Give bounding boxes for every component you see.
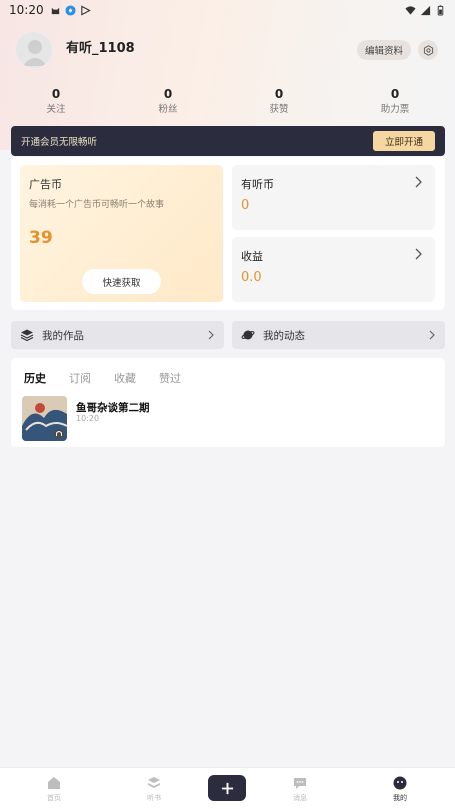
status-time: 10:20 [9,3,44,17]
layers-icon [20,329,34,342]
history-card: 历史 订阅 收藏 赞过 鱼哥杂谈第二期 10:20 [11,358,445,447]
ad-coin-value: 39 [29,228,53,248]
earnings-value: 0.0 [241,270,262,285]
signal-icon [420,5,431,15]
youting-coin-title: 有听币 [241,178,274,191]
bottom-nav: 首页 听书 消息 我的 [0,767,455,809]
play-store-icon [80,4,91,16]
stat-following[interactable]: 0 关注 [26,86,86,117]
youting-coin-value: 0 [241,198,250,213]
wifi-icon [405,5,416,15]
stats-row: 0 关注 0 粉丝 0 获赞 0 助力票 [0,86,455,118]
ad-coin-title: 广告币 [29,178,62,191]
earnings-card[interactable]: 收益 0.0 [232,237,435,302]
stat-label: 获赞 [269,104,289,115]
stat-value: 0 [163,87,173,101]
my-works-label: 我的作品 [42,329,84,342]
nav-profile[interactable]: 我的 [370,768,430,809]
story-cover-image [22,396,67,441]
chevron-right-icon [415,248,422,260]
tab-liked[interactable]: 赞过 [159,370,181,386]
edit-profile-button[interactable]: 编辑资料 [357,40,411,60]
story-time: 10:20 [76,414,100,423]
my-works-link[interactable]: 我的作品 [11,321,224,349]
stat-value: 0 [274,87,284,101]
chevron-right-icon [429,330,435,340]
stat-support-votes[interactable]: 0 助力票 [365,86,425,117]
settings-button[interactable] [418,40,438,60]
stat-followers[interactable]: 0 粉丝 [138,86,198,117]
stat-label: 粉丝 [158,104,178,115]
nav-profile-label: 我的 [393,794,407,802]
my-updates-label: 我的动态 [263,329,305,342]
wallet-card: 广告币 每消耗一个广告币可畅听一个故事 39 快速获取 有听币 0 收益 0.0 [11,157,445,310]
vip-banner[interactable]: 开通会员无限畅听 立即开通 [11,126,445,156]
tab-subscriptions[interactable]: 订阅 [69,370,91,386]
stat-value: 0 [51,87,61,101]
plus-icon [221,782,233,794]
app-notification-icon [65,4,76,16]
earnings-title: 收益 [241,250,263,263]
ad-coin-card[interactable]: 广告币 每消耗一个广告币可畅听一个故事 39 快速获取 [20,165,223,302]
stat-label: 关注 [46,104,66,115]
nav-messages-label: 消息 [293,794,307,802]
tab-favorites[interactable]: 收藏 [114,370,136,386]
avatar[interactable] [15,31,53,69]
history-tabs: 历史 订阅 收藏 赞过 [24,370,204,386]
quick-get-button[interactable]: 快速获取 [82,269,161,294]
nav-home[interactable]: 首页 [24,768,84,809]
tab-history[interactable]: 历史 [24,370,46,386]
nav-messages[interactable]: 消息 [270,768,330,809]
nav-books[interactable]: 听书 [124,768,184,809]
vip-open-button[interactable]: 立即开通 [373,131,435,151]
battery-icon [437,4,444,16]
my-updates-link[interactable]: 我的动态 [232,321,445,349]
stat-likes[interactable]: 0 获赞 [249,86,309,117]
status-bar: 10:20 [0,0,455,20]
book-icon [148,777,160,788]
gear-icon [423,44,433,56]
message-icon [294,778,306,789]
story-thumbnail[interactable] [22,396,67,441]
nav-home-label: 首页 [47,794,61,802]
username: 有听_1108 [66,41,135,56]
youting-coin-card[interactable]: 有听币 0 [232,165,435,230]
planet-icon [241,330,255,340]
chevron-right-icon [415,176,422,188]
story-title[interactable]: 鱼哥杂谈第二期 [76,400,150,415]
home-icon [48,777,60,789]
nav-books-label: 听书 [147,794,161,802]
chevron-right-icon [208,330,214,340]
cat-notification-icon [51,7,59,14]
profile-header: 有听_1108 编辑资料 [15,31,440,71]
profile-icon [393,776,407,790]
default-avatar-icon [23,40,47,66]
vip-banner-text: 开通会员无限畅听 [21,137,98,148]
add-button[interactable] [208,775,246,801]
stat-value: 0 [390,87,400,101]
ad-coin-description: 每消耗一个广告币可畅听一个故事 [29,200,165,210]
stat-label: 助力票 [380,104,410,115]
